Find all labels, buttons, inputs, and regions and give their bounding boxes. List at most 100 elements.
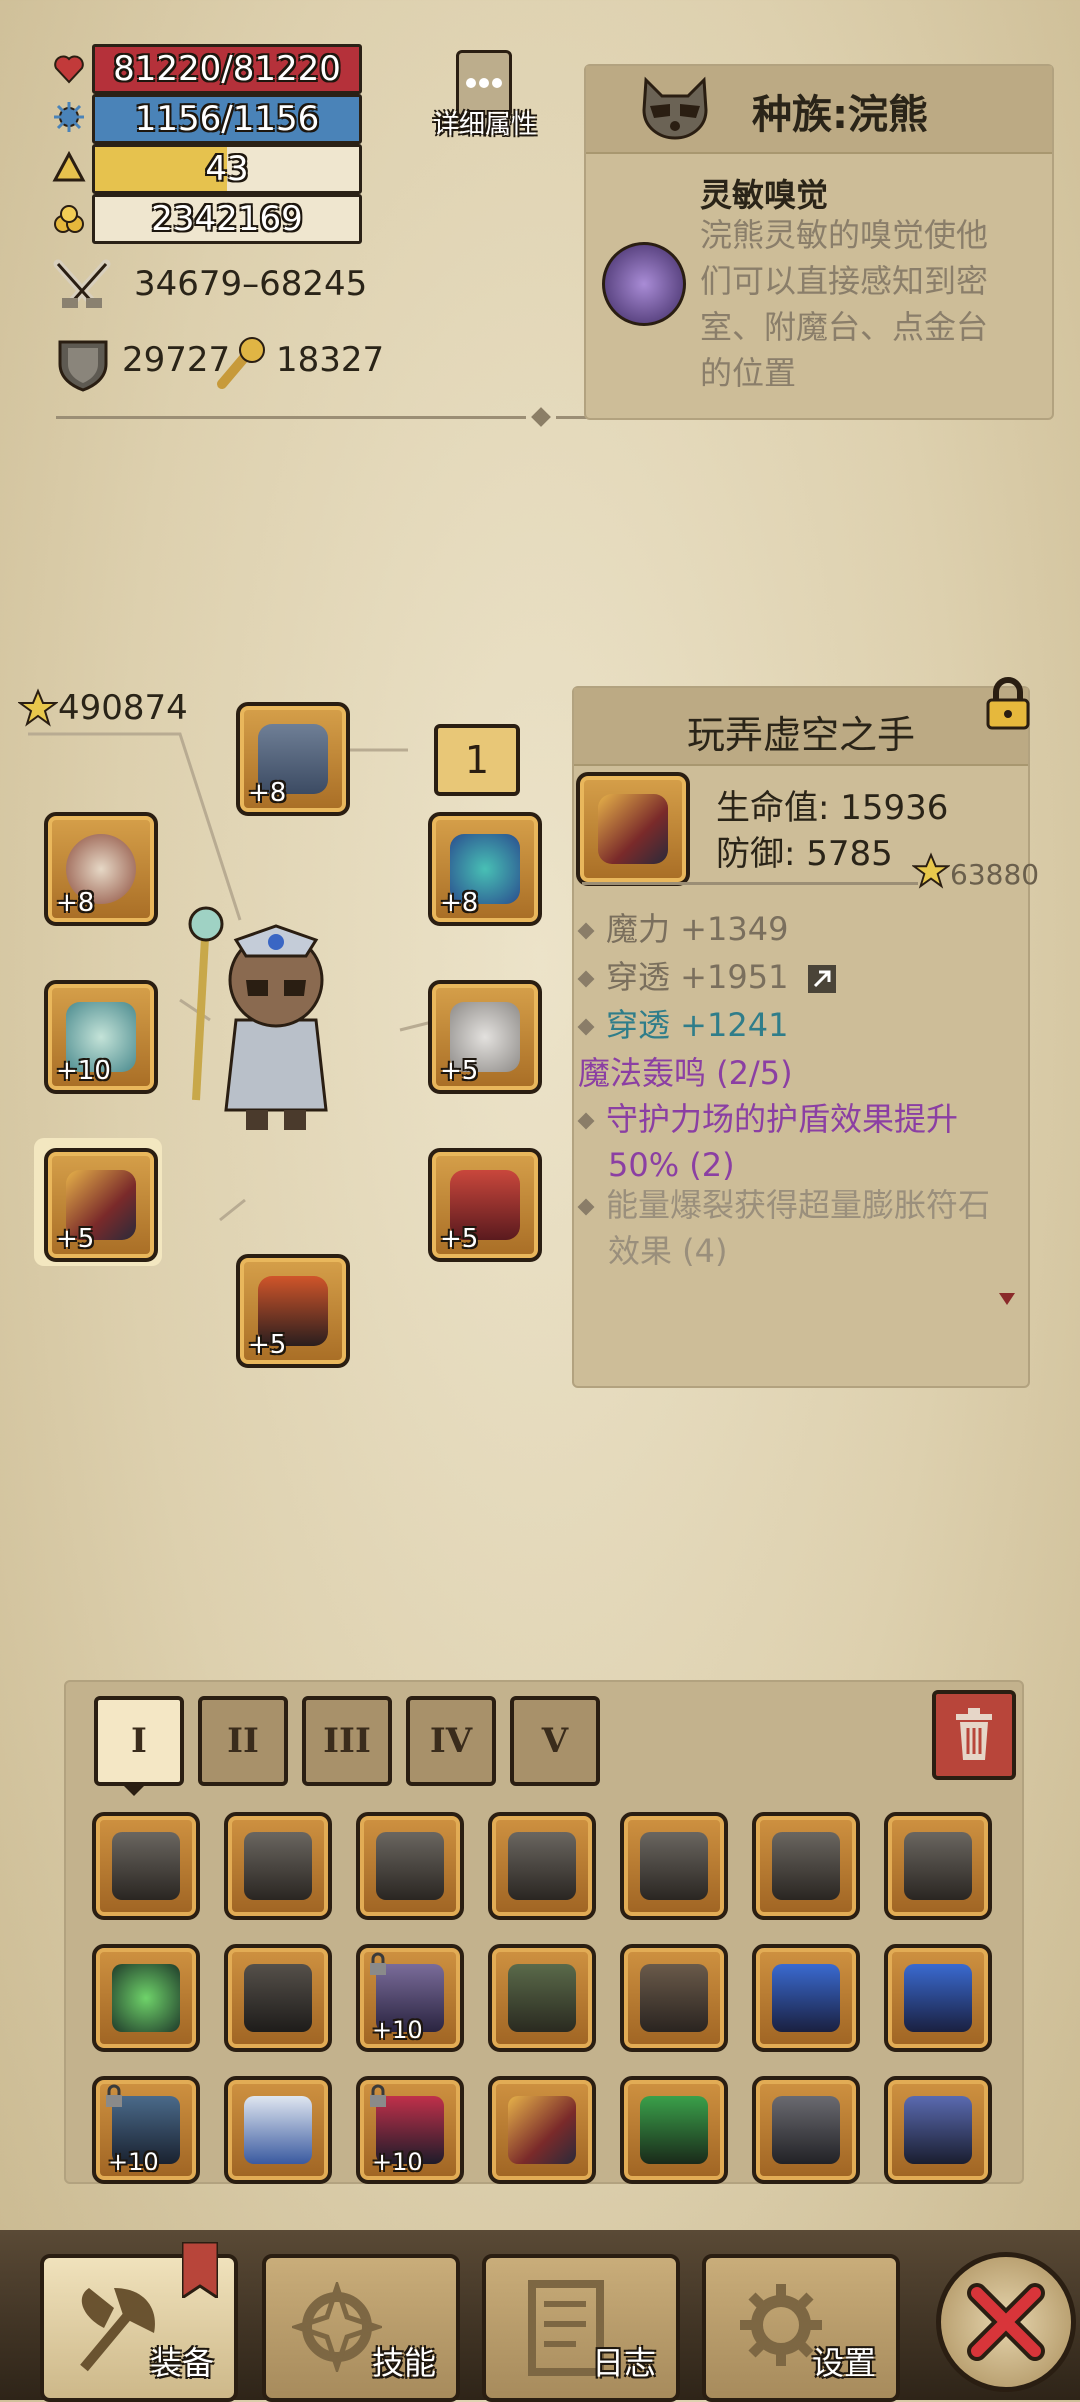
nav-skills[interactable]: 技能 xyxy=(262,2254,460,2402)
loadout-badge[interactable]: 1 xyxy=(434,724,520,796)
nav-equip-label: 装备 xyxy=(149,2344,214,2382)
close-button[interactable] xyxy=(936,2252,1076,2392)
gauntlet-icon xyxy=(508,2096,576,2164)
ability-line: 的位置 xyxy=(700,354,797,392)
heart-icon xyxy=(54,55,84,84)
more-dots-icon xyxy=(466,78,502,88)
slot-level: +8 xyxy=(56,888,95,918)
inventory-slot-empty[interactable] xyxy=(620,1812,728,1920)
inventory-item[interactable] xyxy=(884,2076,992,2184)
nav-skills-label: 技能 xyxy=(371,2344,436,2382)
item-score: 63880 xyxy=(950,858,1040,891)
inventory-slot-empty[interactable] xyxy=(884,1812,992,1920)
blue-pants-icon xyxy=(904,1964,972,2032)
slot-level: +5 xyxy=(440,1224,479,1254)
bookmark-icon xyxy=(182,2242,218,2298)
set-bonus-active: 守护力场的护盾效果提升 50% (2) xyxy=(577,1096,959,1188)
set-name: 魔法轰鸣 (2/5) xyxy=(578,1054,793,1092)
weapon-slot[interactable]: +10 xyxy=(44,980,158,1094)
level-bar: 43 xyxy=(92,144,362,194)
bullet-icon xyxy=(577,922,595,940)
race-title: 种族:浣熊 xyxy=(752,92,928,138)
white-boots-icon xyxy=(244,2096,312,2164)
attribute-text: 穿透 +1951 xyxy=(606,958,789,996)
ability-line: 们可以直接感知到密 xyxy=(700,262,989,300)
level-value: 43 xyxy=(205,149,249,189)
details-label[interactable]: 详细属性 xyxy=(420,104,550,141)
ability-icon xyxy=(602,242,686,326)
mana-bar: 1156/1156 xyxy=(92,94,362,144)
attribute-text: 魔力 +1349 xyxy=(606,910,789,948)
inventory-item[interactable]: +10 xyxy=(356,2076,464,2184)
blue-gauntlet-icon xyxy=(904,2096,972,2164)
slot-level: +10 xyxy=(56,1056,111,1086)
inventory-item[interactable] xyxy=(752,1944,860,2052)
inventory-item[interactable] xyxy=(224,2076,332,2184)
trash-button[interactable] xyxy=(932,1690,1016,1780)
dark-armor-icon xyxy=(244,1964,312,2032)
tab-1[interactable]: I xyxy=(94,1696,184,1786)
shield-icon xyxy=(58,340,108,392)
scroll-down-icon[interactable] xyxy=(998,1292,1016,1306)
tab-4[interactable]: IV xyxy=(406,1696,496,1786)
inventory-item[interactable] xyxy=(884,1944,992,2052)
unknown-item-icon xyxy=(112,1832,180,1900)
gloves-slot[interactable]: +5 xyxy=(44,1148,158,1262)
tab-3[interactable]: III xyxy=(302,1696,392,1786)
lock-icon xyxy=(106,2084,122,2107)
inventory-item[interactable] xyxy=(488,1944,596,2052)
accessory-slot[interactable]: +8 xyxy=(44,812,158,926)
inventory-item[interactable] xyxy=(620,2076,728,2184)
item-defense: 防御: 5785 xyxy=(716,834,893,874)
inventory-item[interactable] xyxy=(752,2076,860,2184)
gauntlet-icon xyxy=(598,794,668,864)
inventory-slot-empty[interactable] xyxy=(224,1812,332,1920)
lock-icon[interactable] xyxy=(982,676,1034,732)
emerald-armor-icon xyxy=(112,1964,180,2032)
beast-armor-icon xyxy=(508,1964,576,2032)
ability-name: 灵敏嗅觉 xyxy=(700,176,829,214)
gold-icon xyxy=(54,205,84,233)
unknown-item-icon xyxy=(640,1832,708,1900)
tab-pointer-icon xyxy=(120,1782,148,1796)
unknown-item-icon xyxy=(376,1832,444,1900)
lock-icon xyxy=(370,2084,386,2107)
amulet-slot[interactable]: +8 xyxy=(428,812,542,926)
inventory-item[interactable] xyxy=(92,1944,200,2052)
inventory-item[interactable] xyxy=(224,1944,332,2052)
slot-level: +5 xyxy=(56,1224,95,1254)
upgrade-arrow-icon xyxy=(807,965,836,993)
unknown-item-icon xyxy=(904,1832,972,1900)
item-divider xyxy=(582,882,918,885)
wings-slot[interactable]: +5 xyxy=(428,980,542,1094)
item-hp: 生命值: 15936 xyxy=(716,788,949,828)
inventory-item[interactable]: +10 xyxy=(92,2076,200,2184)
boots-slot[interactable]: +5 xyxy=(236,1254,350,1368)
trash-icon xyxy=(956,1708,992,1760)
helmet-slot[interactable]: +8 xyxy=(236,702,350,816)
bullet-icon xyxy=(577,1018,595,1036)
tab-5[interactable]: V xyxy=(510,1696,600,1786)
tab-2[interactable]: II xyxy=(198,1696,288,1786)
skills-icon xyxy=(292,2282,382,2372)
mana-icon xyxy=(54,102,84,132)
hp-bar: 81220/81220 xyxy=(92,44,362,94)
nav-equip[interactable]: 装备 xyxy=(40,2242,238,2402)
inventory-item[interactable] xyxy=(620,1944,728,2052)
inventory-slot-empty[interactable] xyxy=(752,1812,860,1920)
slot-level: +8 xyxy=(248,778,287,808)
nav-log[interactable]: 日志 xyxy=(482,2254,680,2402)
nav-settings[interactable]: 设置 xyxy=(702,2254,900,2402)
inventory-slot-empty[interactable] xyxy=(92,1812,200,1920)
set-bonus-line: 守护力场的护盾效果提升 xyxy=(606,1100,959,1138)
item-attribute-highlight: 穿透 +1241 xyxy=(577,1000,788,1046)
crit-icon xyxy=(217,337,265,389)
raccoon-character[interactable] xyxy=(176,900,366,1140)
inventory-slot-empty[interactable] xyxy=(356,1812,464,1920)
ability-line: 浣熊灵敏的嗅觉使他 xyxy=(700,216,989,254)
inventory-item[interactable] xyxy=(488,2076,596,2184)
armor-slot[interactable]: +5 xyxy=(428,1148,542,1262)
inventory-item[interactable]: +10 xyxy=(356,1944,464,2052)
inventory-slot-empty[interactable] xyxy=(488,1812,596,1920)
nav-log-label: 日志 xyxy=(591,2344,656,2382)
